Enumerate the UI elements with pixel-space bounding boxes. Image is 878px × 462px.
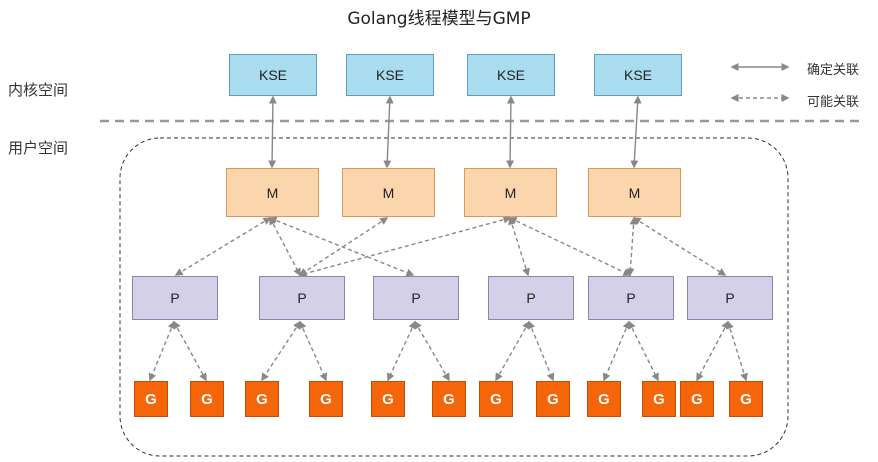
- m-p-connector-4: [298, 217, 389, 276]
- kse-box-2: KSE: [346, 54, 434, 96]
- m-p-connector-8: [626, 216, 638, 277]
- g-box-5: G: [371, 381, 405, 417]
- kse-box-4: KSE: [594, 54, 682, 96]
- p-box-5: P: [588, 276, 674, 320]
- m-p-connector-6: [298, 215, 512, 278]
- p-g-connector-7: [495, 320, 530, 382]
- g-box-10: G: [642, 381, 676, 417]
- m-p-connector-2: [269, 216, 301, 277]
- p-g-connector-8: [527, 320, 555, 382]
- kse-m-connector-3: [506, 95, 515, 169]
- p-g-connector-10: [628, 320, 659, 382]
- m-box-4: M: [588, 168, 681, 217]
- p-box-2: P: [259, 276, 345, 320]
- m-p-connector-9: [632, 217, 727, 276]
- g-box-8: G: [536, 381, 570, 417]
- p-box-1: P: [132, 276, 218, 320]
- g-box-7: G: [479, 381, 513, 417]
- g-box-6: G: [432, 381, 466, 417]
- g-box-11: G: [680, 381, 714, 417]
- p-g-connector-3: [261, 320, 301, 382]
- p-g-connector-6: [414, 320, 450, 382]
- p-g-connector-4: [299, 320, 327, 382]
- g-box-9: G: [587, 381, 621, 417]
- m-p-connector-1: [174, 217, 272, 276]
- m-p-connector-7: [508, 217, 632, 276]
- p-g-connector-11: [696, 320, 729, 382]
- kse-box-3: KSE: [467, 54, 555, 96]
- m-p-connector-3: [268, 216, 415, 277]
- p-g-connector-5: [387, 320, 416, 382]
- g-box-3: G: [245, 381, 279, 417]
- m-box-2: M: [342, 168, 435, 217]
- p-g-connector-1: [148, 320, 176, 382]
- p-g-connector-12: [726, 320, 748, 382]
- m-box-1: M: [226, 168, 319, 217]
- g-box-4: G: [309, 381, 343, 417]
- g-box-2: G: [190, 381, 224, 417]
- m-p-connector-5: [508, 216, 530, 277]
- p-g-connector-9: [602, 320, 631, 382]
- g-box-12: G: [729, 381, 763, 417]
- p-box-4: P: [488, 276, 574, 320]
- p-box-6: P: [687, 276, 773, 320]
- kse-m-connector-1: [268, 95, 277, 169]
- p-g-connector-2: [173, 320, 207, 382]
- kse-box-1: KSE: [229, 54, 317, 96]
- kse-m-connector-2: [383, 95, 394, 169]
- m-box-3: M: [464, 168, 557, 217]
- g-box-1: G: [134, 381, 168, 417]
- p-box-3: P: [373, 276, 459, 320]
- kse-m-connector-4: [630, 95, 642, 169]
